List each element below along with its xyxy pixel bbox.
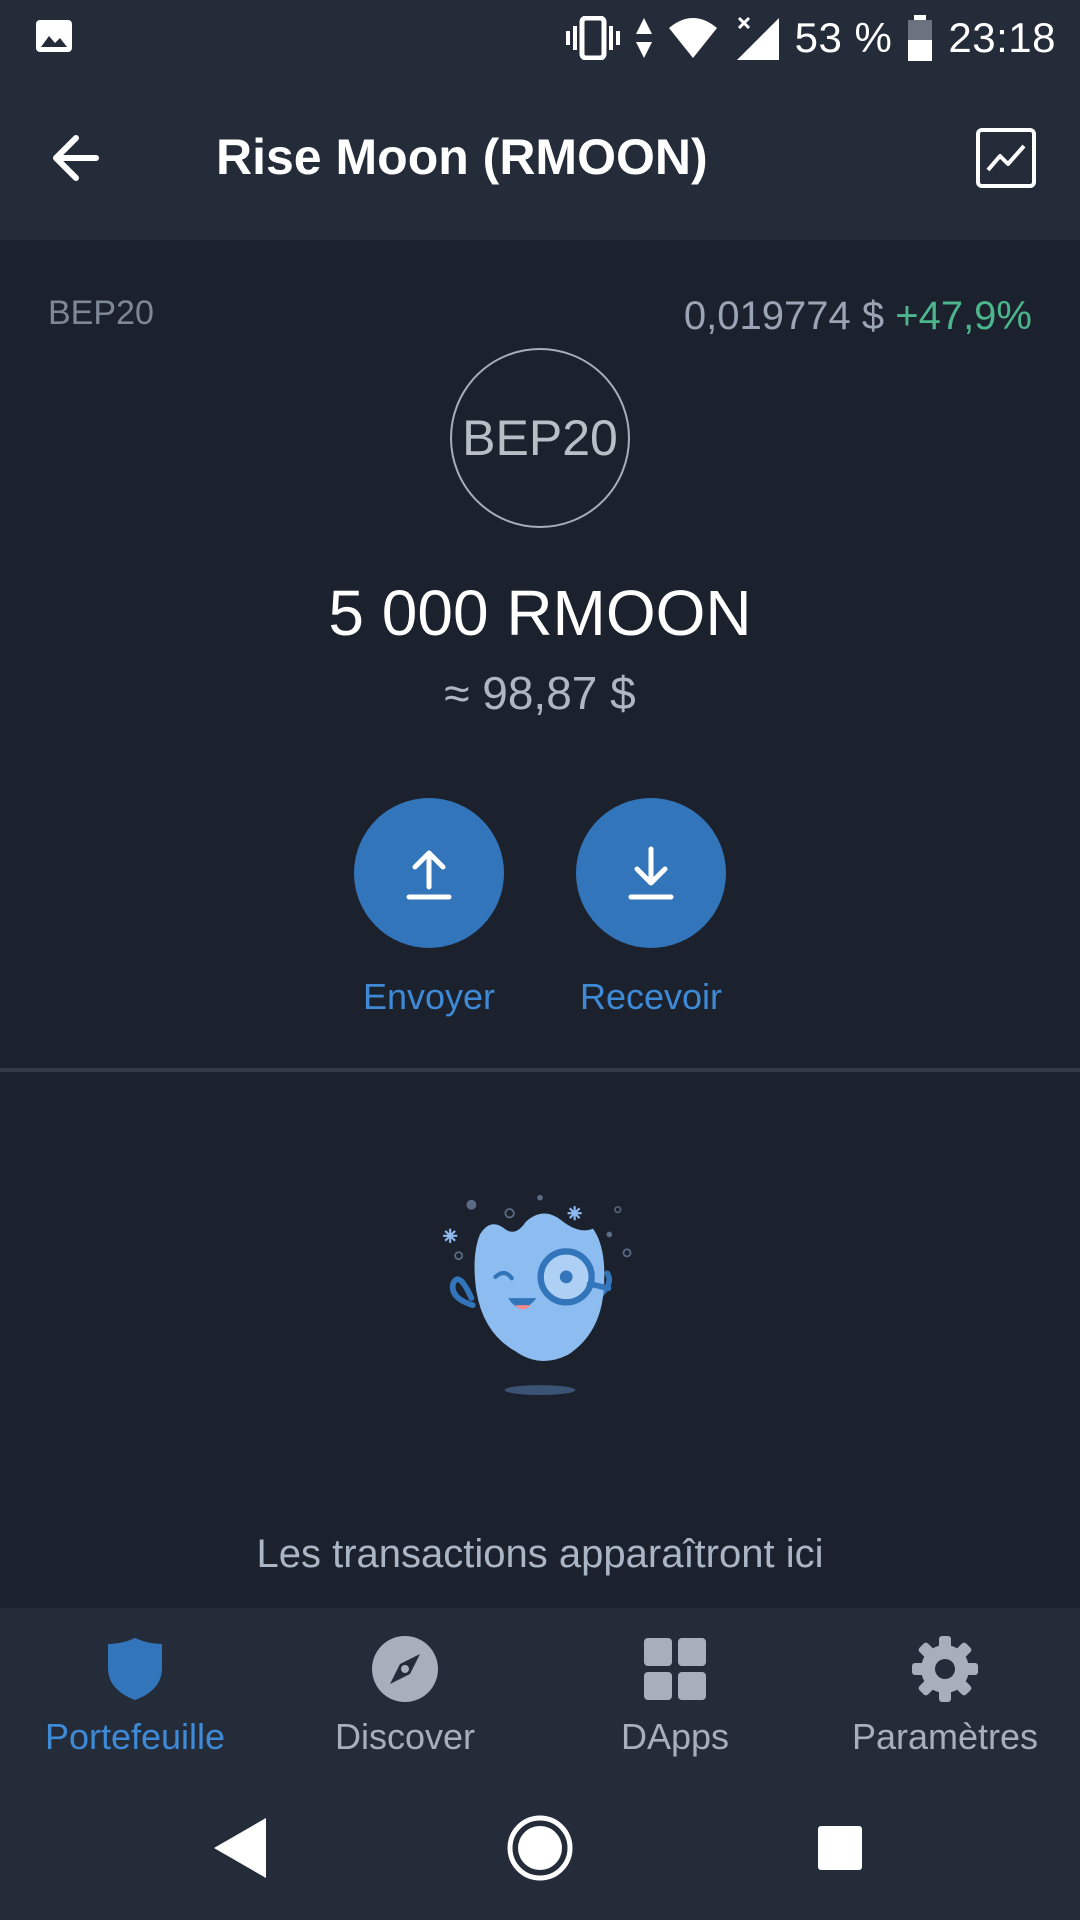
gallery-icon <box>36 20 72 52</box>
system-nav-bar <box>0 1774 1080 1920</box>
system-home-button[interactable] <box>500 1808 580 1888</box>
gear-icon <box>912 1636 978 1702</box>
nav-label-dapps: DApps <box>620 1716 730 1757</box>
back-button[interactable] <box>40 120 130 196</box>
price-line: 0,019774 $ +47,9% <box>684 294 1032 339</box>
grid-icon <box>644 1638 706 1700</box>
nav-label-portefeuille: Portefeuille <box>44 1716 226 1757</box>
receive-label: Recevoir <box>579 976 723 1017</box>
page-title: Rise Moon (RMOON) <box>216 129 708 185</box>
signal-icon <box>736 16 779 60</box>
nav-label-discover: Discover <box>334 1716 476 1757</box>
status-bar: 53 % 23:18 <box>0 0 1080 76</box>
nav-item-portefeuille[interactable]: Portefeuille <box>0 1608 270 1774</box>
send-button[interactable]: Envoyer <box>339 798 519 1018</box>
token-logo: BEP20 <box>450 348 630 528</box>
wifi-icon <box>668 18 717 58</box>
network-label: BEP20 <box>48 294 154 332</box>
chart-icon <box>976 128 1036 188</box>
system-back-button[interactable] <box>200 1808 280 1888</box>
send-circle[interactable] <box>354 798 504 948</box>
receive-button[interactable]: Recevoir <box>561 798 741 1018</box>
app-bar: Rise Moon (RMOON) <box>0 76 1080 240</box>
empty-message: Les transactions apparaîtront ici <box>256 1532 824 1576</box>
compass-icon <box>372 1636 438 1702</box>
fiat-value: ≈ 98,87 $ <box>444 667 636 719</box>
chart-button[interactable] <box>974 126 1038 190</box>
battery-percent: 53 % <box>794 14 893 61</box>
token-logo-text: BEP20 <box>462 410 618 466</box>
download-arrow-icon <box>628 846 674 900</box>
mascot-illustration <box>443 1194 632 1395</box>
upload-arrow-icon <box>406 850 452 900</box>
nav-item-discover[interactable]: Discover <box>270 1608 540 1774</box>
shield-icon <box>108 1638 162 1700</box>
token-balance: 5 000 RMOON <box>328 577 752 649</box>
bottom-nav: Portefeuille Discover DApps Paramètres <box>0 1608 1080 1774</box>
screen: 53 % 23:18 Rise Moon (RMOON) BEP20 0,019… <box>0 0 1080 1920</box>
vibrate-icon <box>565 16 620 60</box>
empty-state: Les transactions apparaîtront ici <box>0 1072 1080 1608</box>
triangle-back-icon <box>214 1818 266 1878</box>
square-recents-icon <box>818 1826 862 1870</box>
home-circle-icon <box>507 1815 573 1881</box>
status-icons: 53 % 23:18 <box>565 10 1056 66</box>
battery-icon <box>908 15 933 61</box>
system-recents-button[interactable] <box>800 1808 880 1888</box>
send-label: Envoyer <box>362 976 496 1017</box>
token-price: 0,019774 $ <box>683 294 885 338</box>
clock: 23:18 <box>948 14 1056 61</box>
receive-circle[interactable] <box>576 798 726 948</box>
nav-label-parametres: Paramètres <box>851 1716 1039 1757</box>
nav-item-parametres[interactable]: Paramètres <box>810 1608 1080 1774</box>
data-arrows-icon <box>635 18 652 58</box>
nav-item-dapps[interactable]: DApps <box>540 1608 810 1774</box>
token-panel: BEP20 0,019774 $ +47,9% BEP20 5 000 RMOO… <box>0 240 1080 1070</box>
price-change: +47,9% <box>895 294 1032 338</box>
arrow-left-icon <box>53 135 99 181</box>
